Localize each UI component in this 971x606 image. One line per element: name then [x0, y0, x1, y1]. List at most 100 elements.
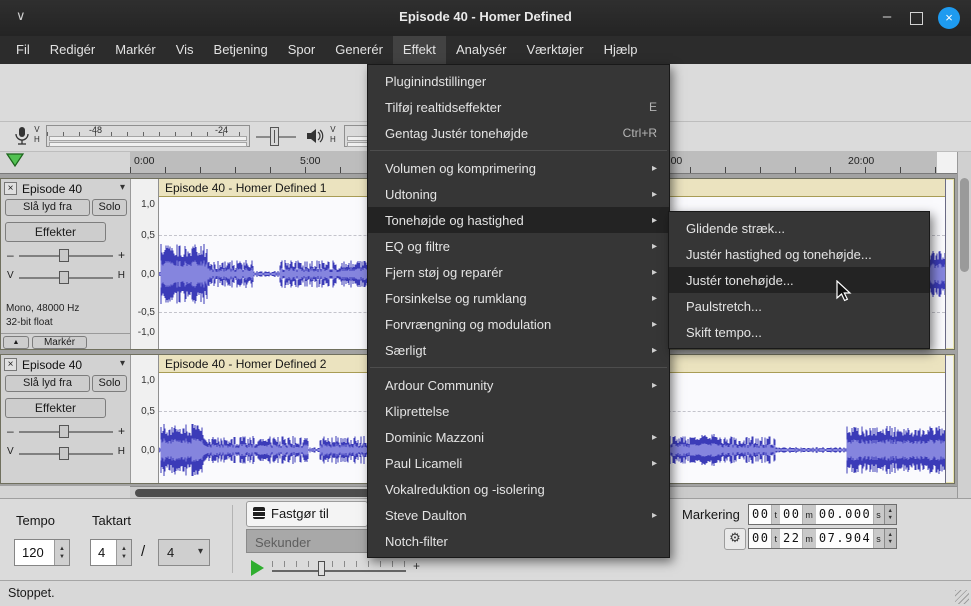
menubar-item[interactable]: Effekt	[393, 36, 446, 64]
submenu-item[interactable]: Justér hastighed og tonehøjde...	[669, 241, 929, 267]
selection-start-field[interactable]: 00 t 00 m 00.000 s ▲ ▼	[748, 504, 897, 525]
menu-item[interactable]: Udtoning ▸	[368, 181, 669, 207]
menubar-item[interactable]: Vis	[166, 36, 204, 64]
time-digit-group[interactable]: 00	[749, 529, 772, 548]
spin-down-icon[interactable]: ▼	[121, 553, 127, 561]
spin-up-icon[interactable]: ▲	[59, 545, 65, 553]
menu-item[interactable]: Forsinkelse og rumklang ▸	[368, 285, 669, 311]
spin-up-icon[interactable]: ▲	[121, 545, 127, 553]
time-digit-group[interactable]: 00.000	[816, 505, 874, 524]
menu-item[interactable]: Volumen og komprimering ▸	[368, 155, 669, 181]
menubar-item[interactable]: Analysér	[446, 36, 517, 64]
menubar-item[interactable]: Værktøjer	[517, 36, 594, 64]
vertical-scrollbar-thumb[interactable]	[960, 178, 969, 272]
vertical-scrollbar[interactable]	[957, 152, 971, 498]
menu-item[interactable]: Notch-filter ▸	[368, 528, 669, 554]
menu-item[interactable]: Pluginindstillinger ▸	[368, 68, 669, 94]
time-field-stepper[interactable]: ▲ ▼	[884, 529, 896, 548]
submenu-item[interactable]: Glidende stræk...	[669, 215, 929, 241]
time-digit-group[interactable]: 00	[780, 505, 803, 524]
spinner-arrows[interactable]: ▲ ▼	[54, 540, 69, 565]
submenu-item[interactable]: Justér tonehøjde...	[669, 267, 929, 293]
tempo-spinner[interactable]: 120 ▲ ▼	[14, 539, 70, 566]
menu-item-label: Notch-filter	[385, 534, 448, 549]
menu-item[interactable]: Fjern støj og reparér ▸	[368, 259, 669, 285]
menu-item[interactable]: Tonehøjde og hastighed ▸	[368, 207, 669, 233]
menubar-item[interactable]: Fil	[6, 36, 40, 64]
record-volume-thumb[interactable]	[270, 127, 279, 146]
menu-item[interactable]: Vokalreduktion og -isolering ▸	[368, 476, 669, 502]
menu-item[interactable]: Ardour Community ▸	[368, 372, 669, 398]
close-button[interactable]: ×	[938, 7, 960, 29]
submenu-arrow-icon: ▸	[652, 267, 657, 278]
menubar-item[interactable]: Betjening	[204, 36, 278, 64]
spin-up-icon[interactable]: ▲	[888, 532, 893, 539]
microphone-icon	[12, 126, 32, 148]
gain-slider-thumb[interactable]	[59, 425, 69, 438]
time-digit-group[interactable]: 00	[749, 505, 772, 524]
spin-down-icon[interactable]: ▼	[888, 539, 893, 546]
menu-item[interactable]: EQ og filtre ▸	[368, 233, 669, 259]
collapse-button[interactable]: ▲	[3, 336, 29, 349]
spin-up-icon[interactable]: ▲	[888, 508, 893, 515]
playhead-icon[interactable]	[6, 153, 26, 169]
gain-slider-thumb[interactable]	[59, 249, 69, 262]
snap-toggle-button[interactable]: Fastgør til	[246, 501, 368, 527]
mute-button[interactable]: Slå lyd fra	[5, 199, 90, 216]
time-digit-group[interactable]: 07.904	[816, 529, 874, 548]
speed-slider[interactable]: +	[272, 559, 416, 577]
gain-slider[interactable]: – +	[5, 423, 127, 441]
record-meter[interactable]: -48-24	[46, 125, 250, 147]
pan-slider[interactable]: V H	[5, 445, 127, 463]
track-2-vertical-ruler[interactable]: 1,00,50,0	[131, 355, 159, 484]
track-name[interactable]: Episode 40	[22, 182, 82, 196]
menu-item[interactable]: Paul Licameli ▸	[368, 450, 669, 476]
menubar-item[interactable]: Spor	[278, 36, 325, 64]
track-menu-caret-icon[interactable]: ▾	[120, 182, 125, 193]
menu-item[interactable]: Gentag Justér tonehøjde Ctrl+R ▸	[368, 120, 669, 146]
submenu-item[interactable]: Paulstretch...	[669, 293, 929, 319]
menu-item-label: Steve Daulton	[385, 508, 467, 523]
track-menu-caret-icon[interactable]: ▾	[120, 358, 125, 369]
menubar-item[interactable]: Redigér	[40, 36, 106, 64]
record-meter-channels: VH	[34, 125, 40, 145]
time-signature-lower-value: 4	[167, 545, 174, 560]
menubar-item[interactable]: Generér	[325, 36, 393, 64]
effects-button[interactable]: Effekter	[5, 398, 106, 418]
menubar-item[interactable]: Markér	[105, 36, 165, 64]
track-1-vertical-ruler[interactable]: 1,00,50,0-0,5-1,0	[131, 179, 159, 350]
gain-slider[interactable]: – +	[5, 247, 127, 265]
track-close-button[interactable]: ×	[4, 182, 17, 195]
menu-item[interactable]: Tilføj realtidseffekter E ▸	[368, 94, 669, 120]
menu-item[interactable]: Steve Daulton ▸	[368, 502, 669, 528]
menu-item[interactable]: Dominic Mazzoni ▸	[368, 424, 669, 450]
time-field-stepper[interactable]: ▲ ▼	[884, 505, 896, 524]
submenu-item[interactable]: Skift tempo...	[669, 319, 929, 345]
track-name[interactable]: Episode 40	[22, 358, 82, 372]
maximize-button[interactable]	[910, 12, 923, 25]
track-close-button[interactable]: ×	[4, 358, 17, 371]
speed-slider-thumb[interactable]	[318, 561, 325, 576]
menu-item[interactable]: Særligt ▸	[368, 337, 669, 363]
effects-button[interactable]: Effekter	[5, 222, 106, 242]
menubar-item[interactable]: Hjælp	[594, 36, 648, 64]
spin-down-icon[interactable]: ▼	[888, 515, 893, 522]
pan-slider-thumb[interactable]	[59, 447, 69, 460]
time-digit-group[interactable]: 22	[780, 529, 803, 548]
mute-button[interactable]: Slå lyd fra	[5, 375, 90, 392]
time-signature-upper-spinner[interactable]: 4 ▲ ▼	[90, 539, 132, 566]
pan-slider-thumb[interactable]	[59, 271, 69, 284]
selection-settings-button[interactable]: ⚙	[724, 528, 746, 550]
menu-item[interactable]: Kliprettelse ▸	[368, 398, 669, 424]
resize-grip[interactable]	[955, 590, 969, 604]
time-signature-lower-dropdown[interactable]: 4 ▾	[158, 539, 210, 566]
minimize-button[interactable]: –	[876, 8, 898, 28]
solo-button[interactable]: Solo	[92, 199, 127, 216]
selection-end-field[interactable]: 00 t 22 m 07.904 s ▲ ▼	[748, 528, 897, 549]
solo-button[interactable]: Solo	[92, 375, 127, 392]
select-button[interactable]: Markér	[32, 336, 87, 349]
play-at-speed-button[interactable]	[251, 560, 264, 576]
spin-down-icon[interactable]: ▼	[59, 553, 65, 561]
pan-slider[interactable]: V H	[5, 269, 127, 287]
menu-item[interactable]: Forvrængning og modulation ▸	[368, 311, 669, 337]
